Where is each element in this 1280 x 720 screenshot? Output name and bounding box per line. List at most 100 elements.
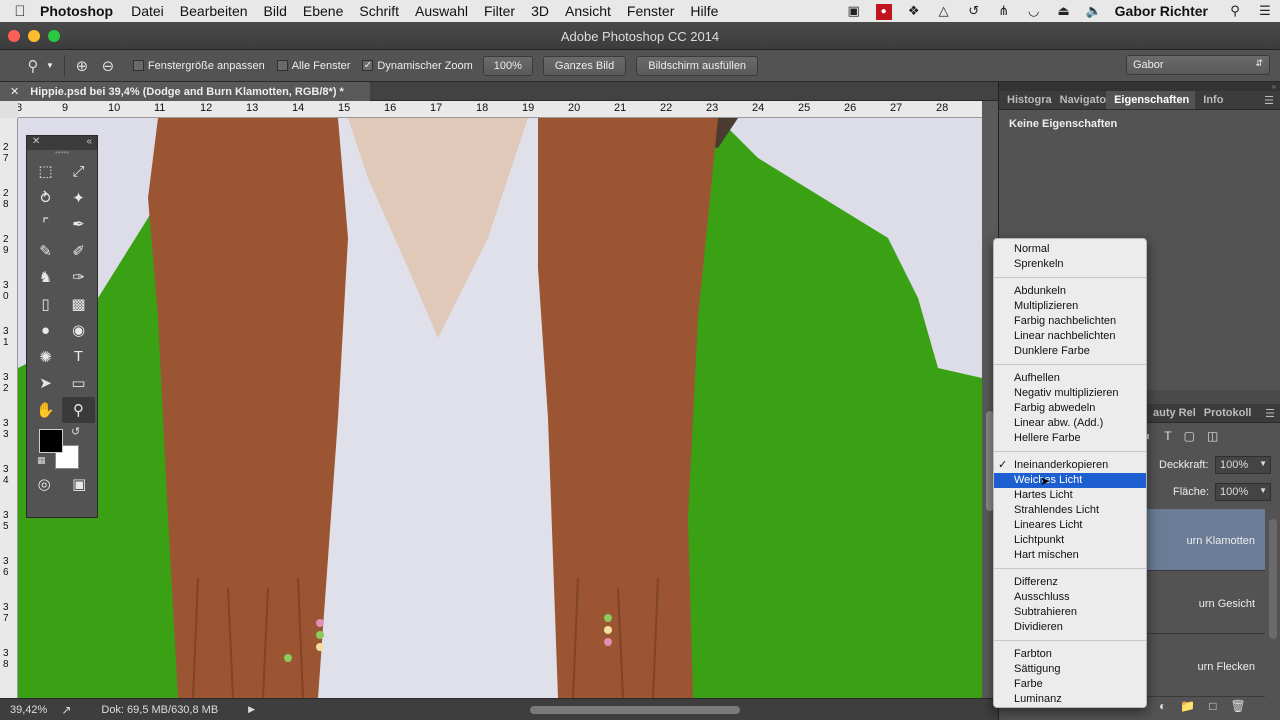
- clone-stamp-tool-icon[interactable]: ♞: [29, 264, 62, 291]
- blend-mode-option[interactable]: Hart mischen: [994, 548, 1146, 563]
- document-horizontal-scrollbar[interactable]: [530, 706, 740, 714]
- blend-mode-option[interactable]: Farbig nachbelichten: [994, 314, 1146, 329]
- apple-icon[interactable]: : [0, 3, 40, 20]
- pen-tool-icon[interactable]: ✺: [29, 344, 62, 371]
- dynamic-zoom-checkbox[interactable]: ✓: [362, 60, 374, 71]
- path-selection-tool-icon[interactable]: ➤: [29, 370, 62, 397]
- blend-mode-option[interactable]: Lichtpunkt: [994, 533, 1146, 548]
- menu-hilfe[interactable]: Hilfe: [690, 3, 718, 19]
- filter-shape-icon[interactable]: ▢: [1184, 429, 1195, 443]
- eraser-tool-icon[interactable]: ▯: [29, 291, 62, 318]
- tab-navigator[interactable]: Navigato: [1052, 91, 1106, 109]
- lasso-tool-icon[interactable]: ⥁: [29, 185, 62, 212]
- new-group-icon[interactable]: 📁: [1180, 699, 1195, 713]
- airplay-icon[interactable]: △: [929, 3, 959, 19]
- fill-field[interactable]: 100% ▼: [1215, 483, 1271, 501]
- blend-mode-option[interactable]: Ausschluss: [994, 590, 1146, 605]
- blend-mode-option-checked[interactable]: ✓ Ineinanderkopieren: [994, 458, 1146, 473]
- collapse-icon[interactable]: «: [86, 136, 92, 147]
- horizontal-ruler[interactable]: 8 9 10 11 12 13 14 15 16 17 18 19 20 21 …: [18, 101, 982, 118]
- blur-tool-icon[interactable]: ●: [29, 317, 62, 344]
- blend-mode-option[interactable]: Abdunkeln: [994, 284, 1146, 299]
- foreground-color-swatch[interactable]: [39, 429, 63, 453]
- menu-ebene[interactable]: Ebene: [303, 3, 343, 19]
- share-icon[interactable]: ↗: [61, 703, 71, 717]
- hand-tool-icon[interactable]: ✋: [29, 397, 62, 424]
- zoom-tool-preset-icon[interactable]: ⚲: [20, 57, 46, 75]
- dropbox-icon[interactable]: ❖: [899, 3, 929, 19]
- rectangle-tool-icon[interactable]: ▭: [62, 370, 95, 397]
- whole-image-button[interactable]: Ganzes Bild: [542, 55, 627, 76]
- adjustment-layer-icon[interactable]: ◐: [1159, 699, 1166, 713]
- wifi-icon[interactable]: ◡: [1019, 3, 1049, 19]
- tab-histogram[interactable]: Histogra: [999, 91, 1052, 109]
- dodge-tool-icon[interactable]: ◉: [62, 317, 95, 344]
- blend-mode-option[interactable]: Hellere Farbe: [994, 431, 1146, 446]
- filter-type-icon[interactable]: T: [1164, 429, 1171, 443]
- blend-mode-option[interactable]: Linear abw. (Add.): [994, 416, 1146, 431]
- play-arrow-icon[interactable]: ▶: [248, 704, 255, 715]
- brush-tool-icon[interactable]: ✐: [62, 238, 95, 265]
- menu-3d[interactable]: 3D: [531, 3, 549, 19]
- blend-mode-option[interactable]: Luminanz: [994, 692, 1146, 707]
- blend-mode-option[interactable]: Multiplizieren: [994, 299, 1146, 314]
- chevron-down-icon[interactable]: ▼: [1259, 486, 1267, 495]
- blend-mode-option[interactable]: Differenz: [994, 575, 1146, 590]
- tab-history[interactable]: Protokoll: [1196, 404, 1252, 422]
- new-layer-icon[interactable]: □: [1209, 699, 1216, 713]
- time-machine-icon[interactable]: ↺: [959, 3, 989, 19]
- menu-schrift[interactable]: Schrift: [359, 3, 399, 19]
- menu-bild[interactable]: Bild: [264, 3, 287, 19]
- fill-screen-button[interactable]: Bildschirm ausfüllen: [636, 55, 759, 76]
- vertical-ruler[interactable]: 2 7 2 8 2 9 3 0 3 1 3 2 3 3 3 4 3 5 3 6 …: [0, 118, 18, 698]
- default-colors-icon[interactable]: ▦: [37, 455, 46, 466]
- blend-mode-option[interactable]: Farbe: [994, 677, 1146, 692]
- healing-brush-tool-icon[interactable]: ✎: [29, 238, 62, 265]
- blend-mode-option[interactable]: Subtrahieren: [994, 605, 1146, 620]
- blend-mode-option[interactable]: Farbig abwedeln: [994, 401, 1146, 416]
- blend-mode-option[interactable]: Farbton: [994, 647, 1146, 662]
- all-windows-checkbox[interactable]: [276, 60, 288, 71]
- spotlight-search-icon[interactable]: ⚲: [1220, 3, 1250, 19]
- move-tool-icon[interactable]: ⤢: [62, 158, 95, 185]
- chevron-down-icon[interactable]: ▼: [46, 61, 54, 70]
- blend-mode-option[interactable]: Hartes Licht: [994, 488, 1146, 503]
- workspace-select[interactable]: Gabor ⇵: [1126, 55, 1270, 75]
- history-brush-tool-icon[interactable]: ✑: [62, 264, 95, 291]
- volume-icon[interactable]: 🔈: [1079, 3, 1109, 19]
- tab-properties[interactable]: Eigenschaften: [1106, 91, 1196, 109]
- collapse-dock-icon[interactable]: »: [999, 82, 1280, 91]
- document-canvas[interactable]: [18, 118, 982, 698]
- menu-app-name[interactable]: Photoshop: [40, 3, 113, 19]
- type-tool-icon[interactable]: T: [62, 344, 95, 371]
- app-badge-icon[interactable]: ●: [869, 2, 899, 20]
- close-icon[interactable]: ✕: [32, 136, 40, 147]
- bluetooth-icon[interactable]: ⋔: [989, 3, 1019, 19]
- blend-mode-option[interactable]: Sättigung: [994, 662, 1146, 677]
- zoom-tool-icon[interactable]: ⚲: [62, 396, 95, 423]
- menu-filter[interactable]: Filter: [484, 3, 515, 19]
- blend-mode-option[interactable]: Dunklere Farbe: [994, 344, 1146, 359]
- opacity-field[interactable]: 100% ▼: [1215, 456, 1271, 474]
- fit-window-checkbox[interactable]: [132, 60, 144, 71]
- blend-mode-option[interactable]: Normal: [994, 242, 1146, 257]
- quick-mask-icon[interactable]: ◎: [38, 475, 51, 493]
- close-tab-icon[interactable]: ✕: [10, 86, 19, 98]
- notification-center-icon[interactable]: ☰: [1250, 3, 1280, 19]
- zoom-level[interactable]: 39,42%: [10, 704, 47, 716]
- menu-user-name[interactable]: Gabor Richter: [1115, 3, 1208, 19]
- menu-datei[interactable]: Datei: [131, 3, 164, 19]
- blend-mode-option[interactable]: Aufhellen: [994, 371, 1146, 386]
- panel-menu-icon[interactable]: ☰: [1265, 404, 1280, 422]
- document-tab[interactable]: ✕ Hippie.psd bei 39,4% (Dodge and Burn K…: [0, 82, 370, 101]
- quick-selection-tool-icon[interactable]: ✦: [62, 185, 95, 212]
- blend-mode-option[interactable]: Negativ multiplizieren: [994, 386, 1146, 401]
- blend-mode-option[interactable]: Lineares Licht: [994, 518, 1146, 533]
- screen-mode-icon[interactable]: ▣: [72, 475, 86, 493]
- trash-icon[interactable]: 🗑: [1230, 699, 1245, 713]
- menu-bearbeiten[interactable]: Bearbeiten: [180, 3, 248, 19]
- tab-beauty-retouch[interactable]: auty Rel: [1145, 404, 1196, 422]
- crop-tool-icon[interactable]: ⌜: [29, 211, 62, 238]
- menu-fenster[interactable]: Fenster: [627, 3, 674, 19]
- panel-menu-icon[interactable]: ☰: [1264, 91, 1280, 109]
